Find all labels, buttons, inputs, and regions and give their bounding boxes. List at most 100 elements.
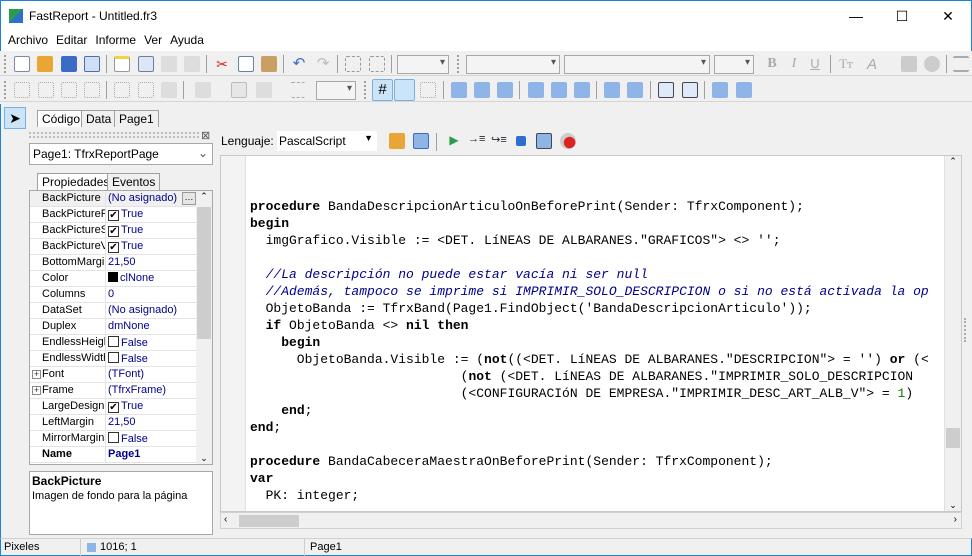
menu-ver[interactable]: Ver bbox=[140, 30, 166, 47]
property-row[interactable]: BackPicturePrintable✔True bbox=[30, 207, 196, 223]
property-row[interactable]: + Frame (TfrxFrame) bbox=[30, 383, 196, 399]
copy-icon[interactable] bbox=[238, 56, 254, 72]
preview-icon[interactable] bbox=[84, 56, 100, 72]
checkbox[interactable] bbox=[108, 336, 119, 347]
property-value[interactable]: ✔ True bbox=[108, 240, 143, 253]
property-row[interactable]: Columns 0 bbox=[30, 287, 196, 303]
property-row[interactable]: BackPicture (No asignado)… bbox=[30, 191, 196, 207]
evaluate-icon[interactable] bbox=[536, 133, 552, 149]
property-row[interactable]: BackPictureStretched✔True bbox=[30, 223, 196, 239]
property-value[interactable]: clNone bbox=[108, 272, 154, 284]
align-middle-icon[interactable] bbox=[551, 82, 567, 98]
maximize-button[interactable]: ☐ bbox=[879, 1, 925, 31]
language-select[interactable]: PascalScript ▼ bbox=[277, 131, 377, 151]
scroll-thumb[interactable] bbox=[946, 428, 960, 448]
property-value[interactable]: (TFont) bbox=[108, 368, 144, 380]
run-icon[interactable]: ▶ bbox=[446, 133, 462, 149]
menu-ayuda[interactable]: Ayuda bbox=[166, 30, 208, 47]
scroll-right-icon[interactable]: › bbox=[954, 514, 957, 525]
property-row[interactable]: Color clNone bbox=[30, 271, 196, 287]
tab-data[interactable]: Data bbox=[81, 110, 117, 127]
frame-width-combo[interactable] bbox=[316, 81, 356, 100]
property-row[interactable]: + Font (TFont) bbox=[30, 367, 196, 383]
property-value[interactable]: (No asignado) bbox=[108, 192, 177, 204]
open-icon[interactable] bbox=[37, 56, 53, 72]
property-value[interactable]: 21,50 bbox=[108, 416, 136, 428]
cut-icon[interactable]: ✂ bbox=[214, 56, 230, 72]
splitter-grip[interactable] bbox=[964, 318, 970, 342]
property-row[interactable]: EndlessWidth False bbox=[30, 351, 196, 367]
scroll-down-icon[interactable]: ⌄ bbox=[945, 500, 961, 511]
expand-icon[interactable]: + bbox=[32, 370, 41, 379]
property-value[interactable]: ✔ True bbox=[108, 400, 143, 413]
menu-informe[interactable]: Informe bbox=[91, 30, 140, 47]
align-bottom-icon[interactable] bbox=[574, 82, 590, 98]
tab-page1[interactable]: Page1 bbox=[114, 110, 159, 127]
property-value[interactable]: (No asignado) bbox=[108, 304, 177, 316]
tab-eventos[interactable]: Eventos bbox=[107, 173, 161, 190]
menu-archivo[interactable]: Archivo bbox=[4, 30, 52, 47]
zoom-combo[interactable] bbox=[397, 55, 449, 74]
scroll-left-icon[interactable]: ‹ bbox=[224, 514, 227, 525]
checkbox[interactable]: ✔ bbox=[108, 242, 119, 253]
scroll-up-icon[interactable]: ⌃ bbox=[945, 156, 961, 167]
tab-propiedades[interactable]: Propiedades bbox=[37, 173, 115, 190]
ellipsis-button[interactable]: … bbox=[182, 192, 196, 205]
open-script-icon[interactable] bbox=[389, 133, 405, 149]
property-value[interactable]: False bbox=[108, 336, 148, 349]
new-page-icon[interactable] bbox=[114, 56, 130, 72]
checkbox[interactable] bbox=[108, 352, 119, 363]
show-grid-icon[interactable]: # bbox=[372, 79, 393, 101]
close-inspector-icon[interactable]: ⊠ bbox=[201, 129, 210, 142]
property-value[interactable]: 0 bbox=[108, 288, 114, 300]
property-value[interactable]: 21,50 bbox=[108, 256, 136, 268]
align-top-icon[interactable] bbox=[528, 82, 544, 98]
property-value[interactable]: Page1 bbox=[108, 448, 140, 460]
menu-editar[interactable]: Editar bbox=[52, 30, 91, 47]
select-tool-icon[interactable]: ➤ bbox=[4, 107, 26, 129]
horizontal-scrollbar[interactable]: ‹ › bbox=[220, 512, 962, 529]
expand-icon[interactable]: + bbox=[32, 386, 41, 395]
style-combo[interactable] bbox=[466, 55, 560, 74]
checkbox[interactable] bbox=[108, 432, 119, 443]
scroll-thumb[interactable] bbox=[239, 515, 299, 527]
step-into-icon[interactable]: →≡ bbox=[468, 133, 485, 149]
property-row[interactable]: DataSet (No asignado) bbox=[30, 303, 196, 319]
checkbox[interactable]: ✔ bbox=[108, 210, 119, 221]
save-icon[interactable] bbox=[61, 56, 77, 72]
property-row[interactable]: Name Page1 bbox=[30, 447, 196, 463]
align-left-icon[interactable] bbox=[451, 82, 467, 98]
tab-codigo[interactable]: Código bbox=[37, 110, 86, 127]
property-value[interactable]: False bbox=[108, 432, 148, 445]
same-height-icon[interactable] bbox=[736, 82, 752, 98]
property-row[interactable]: Duplex dmNone bbox=[30, 319, 196, 335]
font-size-combo[interactable] bbox=[714, 55, 754, 74]
property-row[interactable]: BottomMargin 21,50 bbox=[30, 255, 196, 271]
checkbox[interactable]: ✔ bbox=[108, 402, 119, 413]
code-text[interactable]: procedure BandaDescripcionArticuloOnBefo… bbox=[250, 156, 943, 511]
same-width-icon[interactable] bbox=[712, 82, 728, 98]
property-row[interactable]: EndlessHeight False bbox=[30, 335, 196, 351]
property-value[interactable]: dmNone bbox=[108, 320, 150, 332]
property-value[interactable]: ✔ True bbox=[108, 208, 143, 221]
center-horizontal-icon[interactable] bbox=[658, 82, 674, 98]
undo-icon[interactable]: ↶ bbox=[291, 56, 307, 72]
property-scrollbar[interactable]: ⌃ ⌄ bbox=[196, 191, 212, 464]
new-report-icon[interactable] bbox=[14, 56, 30, 72]
property-row[interactable]: LeftMargin 21,50 bbox=[30, 415, 196, 431]
property-row[interactable]: BackPictureVisible✔True bbox=[30, 239, 196, 255]
space-vertical-icon[interactable] bbox=[627, 82, 643, 98]
font-name-combo[interactable] bbox=[564, 55, 710, 74]
code-editor[interactable]: procedure BandaDescripcionArticuloOnBefo… bbox=[220, 155, 962, 512]
toolbar-grip[interactable] bbox=[4, 55, 7, 73]
stop-icon[interactable] bbox=[516, 136, 526, 146]
snap-to-grid-icon[interactable] bbox=[394, 79, 415, 101]
new-dialog-icon[interactable] bbox=[138, 56, 154, 72]
scroll-up-icon[interactable]: ⌃ bbox=[196, 191, 212, 202]
scroll-down-icon[interactable]: ⌄ bbox=[196, 453, 212, 464]
object-selector[interactable]: Page1: TfrxReportPage ⌄ bbox=[29, 143, 213, 165]
property-value[interactable]: ✔ True bbox=[108, 224, 143, 237]
property-row[interactable]: MirrorMargins False bbox=[30, 431, 196, 447]
minimize-button[interactable]: — bbox=[833, 1, 879, 31]
close-button[interactable]: ✕ bbox=[925, 1, 971, 31]
